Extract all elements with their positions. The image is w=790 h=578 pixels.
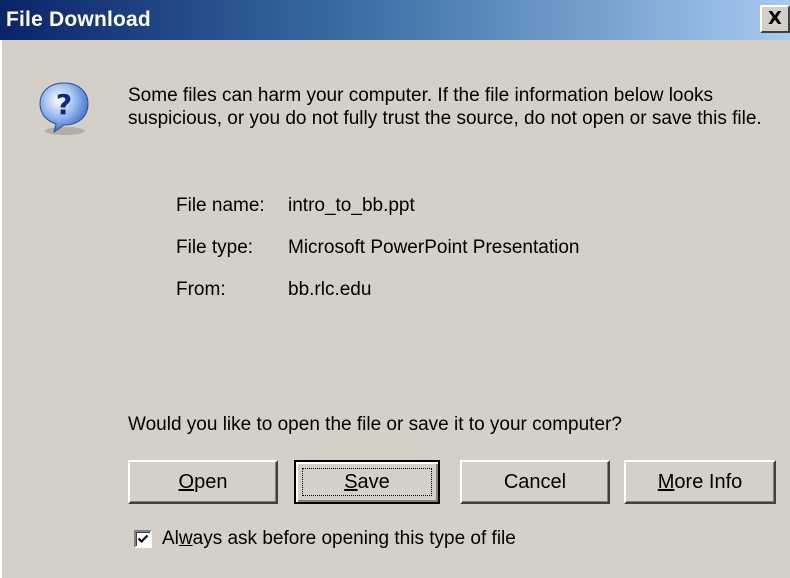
checkmark-icon <box>137 534 149 544</box>
svg-text:?: ? <box>56 88 72 121</box>
file-type-label: File type: <box>176 237 254 258</box>
window-title: File Download <box>6 8 151 31</box>
close-icon: X <box>768 8 782 29</box>
question-icon: ? <box>36 80 92 136</box>
more-info-button-label: More Info <box>657 470 743 493</box>
file-type-value: Microsoft PowerPoint Presentation <box>288 237 580 258</box>
always-ask-checkbox[interactable] <box>134 530 152 548</box>
open-button[interactable]: Open <box>128 460 278 504</box>
save-button[interactable]: Save <box>294 460 440 504</box>
always-ask-label[interactable]: Always ask before opening this type of f… <box>162 527 516 550</box>
open-button-label: Open <box>178 470 228 493</box>
cancel-button[interactable]: Cancel <box>460 460 610 504</box>
title-bar[interactable]: File Download X <box>0 0 790 40</box>
cancel-button-label: Cancel <box>503 470 567 493</box>
from-label: From: <box>176 279 226 300</box>
file-name-label: File name: <box>176 195 265 216</box>
save-button-label: Save <box>344 470 390 493</box>
more-info-button[interactable]: More Info <box>624 460 776 504</box>
warning-message: Some files can harm your computer. If th… <box>128 85 762 129</box>
prompt-question: Would you like to open the file or save … <box>128 414 622 435</box>
window-border <box>0 40 2 578</box>
file-name-value: intro_to_bb.ppt <box>288 195 415 216</box>
close-button[interactable]: X <box>760 5 790 33</box>
file-download-dialog: File Download X ? Some files can harm yo… <box>0 0 790 578</box>
from-value: bb.rlc.edu <box>288 279 372 300</box>
